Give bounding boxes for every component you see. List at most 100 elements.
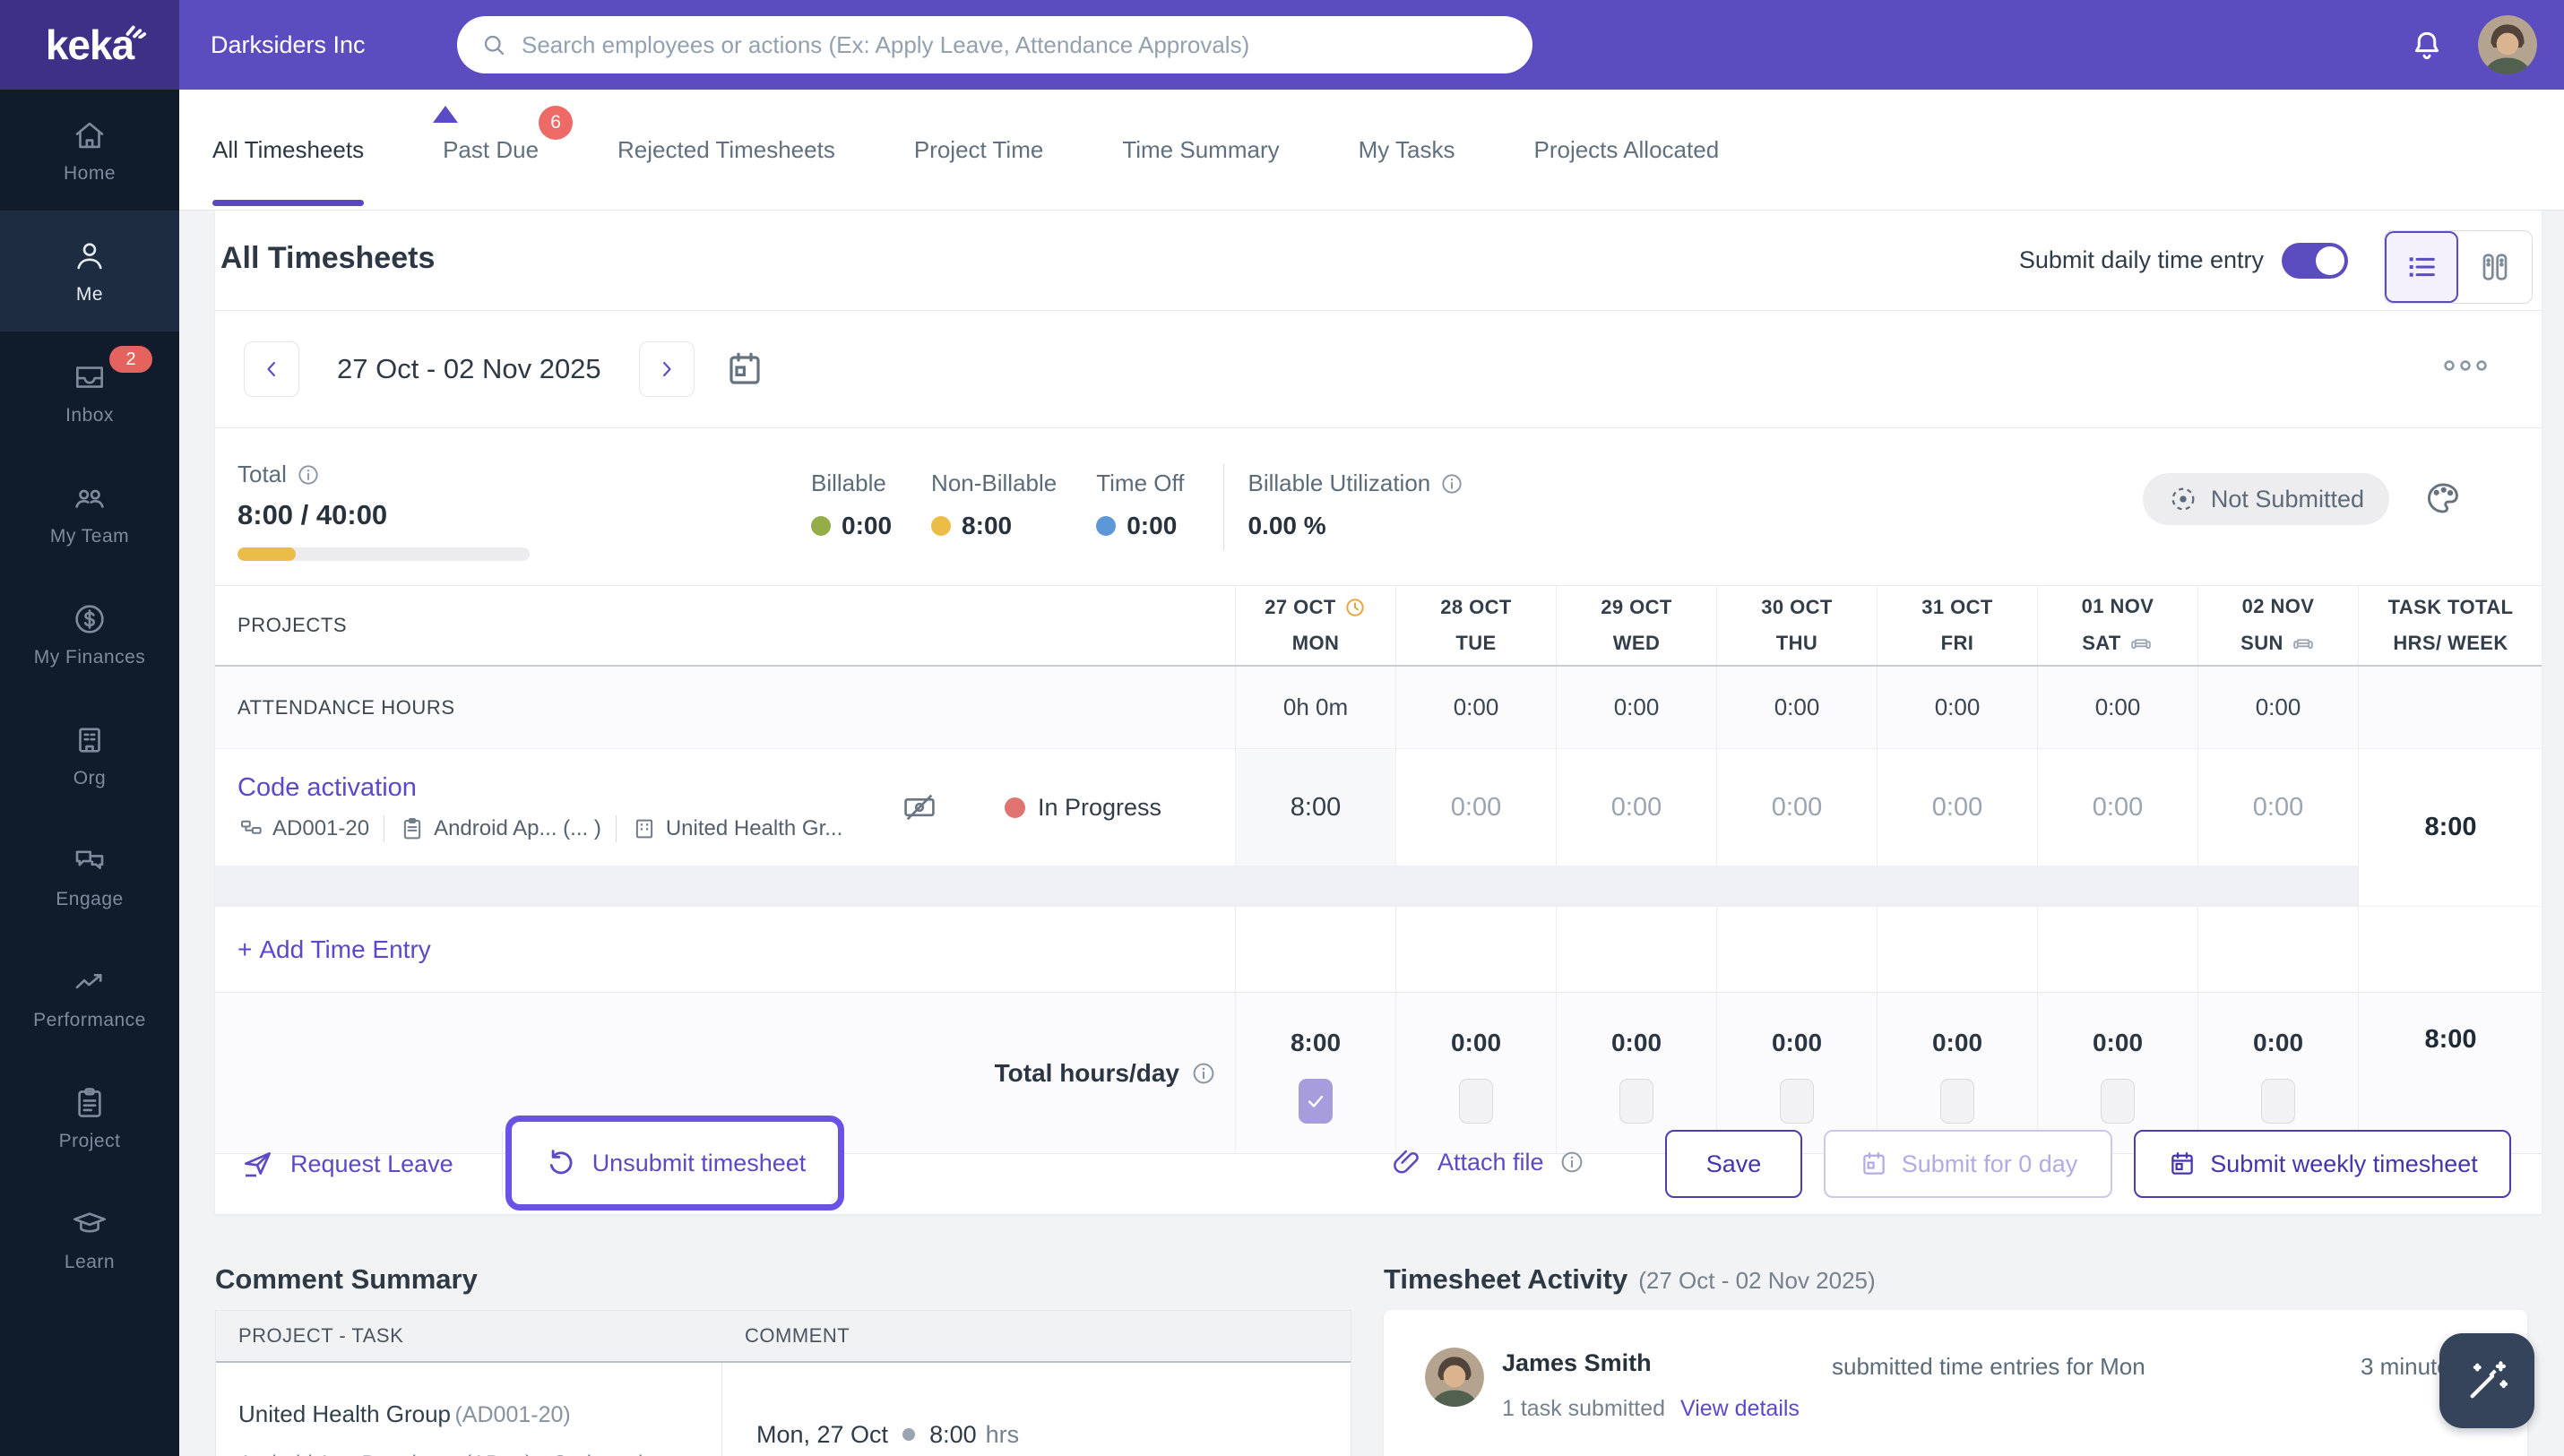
project-week-total: 8:00 — [2358, 749, 2542, 906]
sidebar-item-inbox[interactable]: 2 Inbox — [0, 332, 179, 452]
request-leave-button[interactable]: Request Leave — [240, 1146, 453, 1182]
global-search[interactable] — [457, 16, 1532, 73]
time-entry-cell[interactable]: 0:00 — [1395, 749, 1556, 866]
board-view-icon — [2477, 249, 2513, 285]
add-time-entry-row: + Add Time Entry — [215, 907, 2542, 993]
notifications-bell-icon[interactable] — [2408, 27, 2446, 65]
undo-icon — [544, 1146, 578, 1180]
submit-weekly-timesheet-button[interactable]: Submit weekly timesheet — [2134, 1130, 2511, 1198]
non-billable-icon — [901, 788, 938, 826]
day-column-27-oct: 27 OCT MON — [1235, 586, 1395, 665]
view-details-link[interactable]: View details — [1680, 1396, 1800, 1421]
empty-day-cell — [1235, 907, 1395, 992]
dot-separator — [902, 1428, 916, 1441]
tab-rejected-timesheets[interactable]: Rejected Timesheets — [617, 90, 835, 210]
user-icon — [71, 237, 108, 275]
client-tag: United Health Gr... — [631, 815, 842, 842]
comment-summary-table: PROJECT - TASK COMMENT United Health Gro… — [215, 1310, 1351, 1456]
project-task-link[interactable]: Code activation — [237, 773, 901, 803]
attendance-value: 0:00 — [1556, 667, 1716, 748]
info-icon[interactable] — [1190, 1060, 1217, 1087]
activity-range: (27 Oct - 02 Nov 2025) — [1638, 1267, 1876, 1294]
sidebar-item-org[interactable]: Org — [0, 694, 179, 815]
sidebar-item-engage[interactable]: Engage — [0, 815, 179, 936]
comment-date: Mon, 27 Oct — [756, 1420, 889, 1448]
comment-project-name: United Health Group — [238, 1400, 452, 1427]
empty-day-cell — [1877, 907, 2037, 992]
attach-file-button[interactable]: Attach file — [1391, 1146, 1585, 1178]
empty-day-cell — [1556, 907, 1716, 992]
day-total: 0:00 — [1610, 1028, 1662, 1056]
sidebar-item-home[interactable]: Home — [0, 90, 179, 211]
time-entry-cell[interactable]: 8:00 — [1235, 749, 1395, 866]
tab-my-tasks[interactable]: My Tasks — [1359, 90, 1455, 210]
user-avatar[interactable] — [2478, 15, 2537, 74]
previous-week-button[interactable] — [244, 341, 299, 397]
calendar-picker-icon[interactable] — [723, 348, 766, 391]
add-time-entry-button[interactable]: + Add Time Entry — [215, 935, 431, 964]
attendance-value: 0:00 — [2197, 667, 2358, 748]
info-icon[interactable] — [296, 462, 321, 487]
inbox-icon — [71, 358, 108, 396]
sidebar-item-project[interactable]: Project — [0, 1057, 179, 1178]
sidebar-item-me[interactable]: Me — [0, 211, 179, 332]
sidebar-item-performance[interactable]: Performance — [0, 936, 179, 1057]
tab-time-summary[interactable]: Time Summary — [1122, 90, 1279, 210]
attendance-week-total — [2358, 667, 2542, 748]
paperclip-icon — [1391, 1146, 1423, 1178]
assistant-fab[interactable] — [2439, 1333, 2534, 1428]
tab-projects-allocated[interactable]: Projects Allocated — [1533, 90, 1719, 210]
tab-past-due[interactable]: Past Due 6 — [443, 90, 574, 210]
inbox-badge: 2 — [109, 346, 152, 373]
list-view-button[interactable] — [2385, 231, 2458, 303]
save-button[interactable]: Save — [1665, 1130, 1802, 1198]
info-icon[interactable] — [1558, 1149, 1585, 1176]
calendar-icon — [1859, 1149, 1889, 1179]
next-week-button[interactable] — [638, 341, 695, 397]
activity-avatar — [1425, 1348, 1484, 1407]
board-view-button[interactable] — [2458, 231, 2532, 303]
info-icon[interactable] — [1439, 471, 1464, 496]
view-switcher — [2384, 230, 2533, 304]
day-total: 8:00 — [1290, 1028, 1342, 1056]
list-view-icon — [2404, 249, 2439, 285]
submit-for-day-button[interactable]: Submit for 0 day — [1824, 1130, 2112, 1198]
sidebar-item-label: Org — [73, 767, 107, 788]
couch-icon — [2291, 631, 2316, 656]
billable-utilization: Billable Utilization 0.00 % — [1247, 461, 1464, 585]
sidebar-item-label: Me — [75, 283, 104, 305]
time-entry-cell[interactable]: 0:00 — [1716, 749, 1877, 866]
more-options-icon[interactable] — [2441, 356, 2490, 375]
non-billable-stat: Non-Billable 8:00 — [931, 470, 1058, 539]
comment-col-project-header: PROJECT - TASK — [238, 1324, 404, 1347]
unsubmit-timesheet-button[interactable]: Unsubmit timesheet — [505, 1116, 844, 1210]
comment-hours-unit: hrs — [985, 1420, 1020, 1448]
keka-logo[interactable]: keka — [0, 0, 179, 90]
sidebar-item-label: My Team — [49, 525, 130, 547]
comment-task-line: Android App Develop... (AD... ) • Code a… — [238, 1452, 704, 1456]
submit-daily-toggle[interactable] — [2282, 243, 2348, 279]
day-column-29-oct: 29 OCT WED — [1556, 586, 1716, 665]
time-entry-cell[interactable]: 0:00 — [2197, 749, 2358, 866]
sidebar-item-learn[interactable]: Learn — [0, 1178, 179, 1299]
sidebar-item-label: My Finances — [33, 646, 146, 668]
search-input[interactable] — [522, 30, 1509, 59]
time-entry-cell[interactable]: 0:00 — [2037, 749, 2197, 866]
sidebar: Home Me 2 Inbox My Team My Finances Org … — [0, 90, 179, 1456]
palette-icon[interactable] — [2423, 478, 2463, 518]
time-entry-cell[interactable]: 0:00 — [1556, 749, 1716, 866]
sidebar-item-my-team[interactable]: My Team — [0, 452, 179, 573]
client-building-icon — [631, 815, 658, 842]
hierarchy-icon — [237, 815, 264, 842]
time-entry-cell[interactable]: 0:00 — [1877, 749, 2037, 866]
day-total: 0:00 — [2092, 1028, 2144, 1056]
topbar: keka Darksiders Inc — [0, 0, 2564, 90]
billable-stat: Billable 0:00 — [811, 470, 893, 539]
sidebar-item-my-finances[interactable]: My Finances — [0, 573, 179, 694]
billable-dot — [811, 516, 831, 536]
timesheet-activity-title: Timesheet Activity (27 Oct - 02 Nov 2025) — [1384, 1263, 1876, 1295]
tab-project-time[interactable]: Project Time — [914, 90, 1044, 210]
chat-bubbles-icon — [71, 842, 108, 880]
tab-all-timesheets[interactable]: All Timesheets — [212, 90, 365, 210]
team-icon — [71, 479, 108, 517]
